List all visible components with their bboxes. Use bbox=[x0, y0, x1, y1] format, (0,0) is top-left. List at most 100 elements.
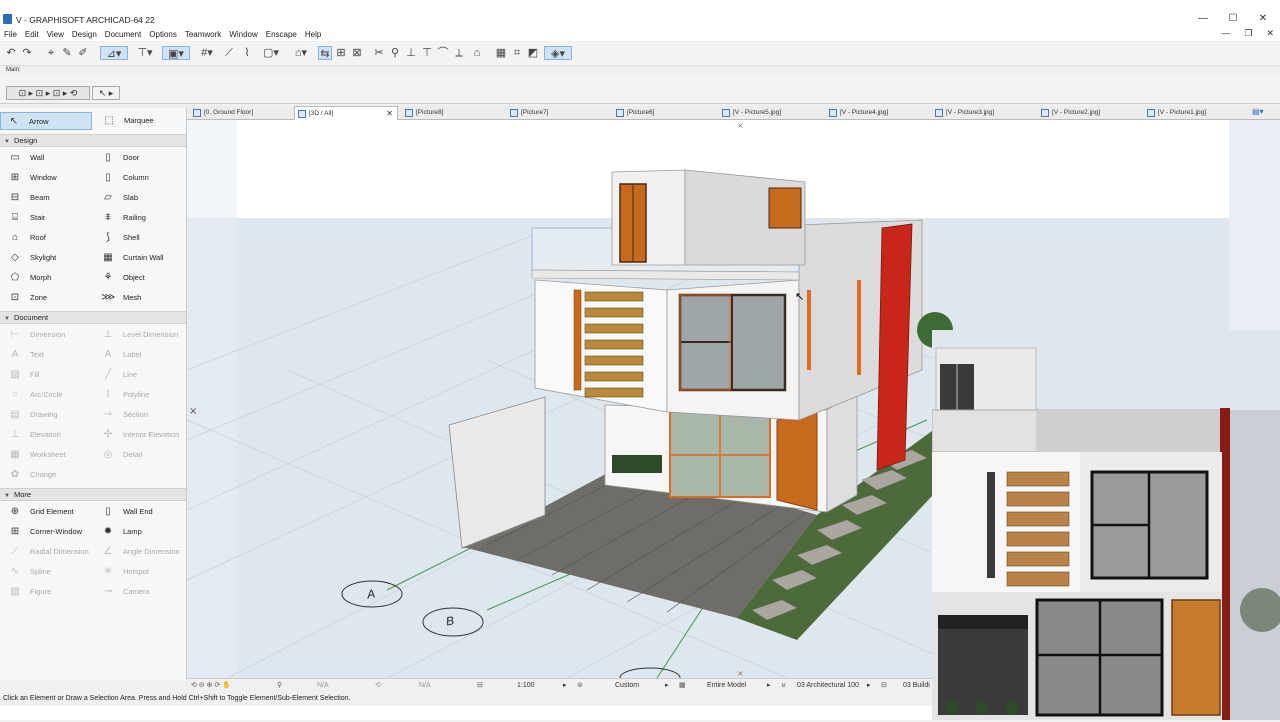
tool-level-dimension[interactable]: ⊥ Level Dimension bbox=[101, 326, 179, 344]
tab-picture2[interactable]: [V - Picture2.jpg] bbox=[1038, 106, 1138, 120]
tool-window[interactable]: ⊞ Window bbox=[8, 169, 57, 187]
grid-snap-icon[interactable]: #▾ bbox=[196, 46, 218, 60]
layout-icon[interactable]: ▣▾ bbox=[162, 46, 190, 60]
tab-picture8[interactable]: [Picture8] bbox=[402, 106, 502, 120]
ruler-icon[interactable]: ⌇ bbox=[240, 46, 254, 60]
maximize-button[interactable]: ☐ bbox=[1222, 12, 1244, 26]
snap-guides-icon[interactable]: ⊿▾ bbox=[100, 46, 128, 60]
tool-railing[interactable]: ⩨ Railing bbox=[101, 209, 146, 227]
tool-corner-window[interactable]: ⊞ Corner-Window bbox=[8, 523, 82, 541]
tool-lamp[interactable]: ✹ Lamp bbox=[101, 523, 142, 541]
snap-line-icon[interactable]: ⟋ bbox=[222, 46, 236, 60]
orientation-field[interactable]: N/A bbox=[317, 679, 329, 692]
layer-combo-dropdown-icon[interactable]: ▸ bbox=[665, 679, 669, 692]
tab-picture4[interactable]: [V - Picture4.jpg] bbox=[826, 106, 926, 120]
menu-help[interactable]: Help bbox=[305, 28, 321, 41]
pen-set-field[interactable]: 03 Architectural 100 bbox=[797, 679, 859, 692]
tab-picture6[interactable]: [Picture6] bbox=[613, 106, 713, 120]
menu-document[interactable]: Document bbox=[105, 28, 141, 41]
pick-up-icon[interactable]: ⌖ bbox=[44, 46, 58, 60]
eyedropper-icon[interactable]: ✎ bbox=[60, 46, 74, 60]
3d-view-icon[interactable]: ◈▾ bbox=[544, 46, 572, 60]
arrow-cursor-button[interactable]: ↖ ▸ bbox=[92, 86, 120, 100]
tool-curtain-wall[interactable]: ▦ Curtain Wall bbox=[101, 249, 163, 267]
tool-drawing[interactable]: ▤ Drawing bbox=[8, 406, 57, 424]
adjust-icon[interactable]: ⟂ bbox=[452, 46, 466, 60]
selection-method-group[interactable]: ⊡ ▸ ⊡ ▸ ⊡ ▸ ⟲ bbox=[6, 86, 90, 100]
split-icon[interactable]: ⊤ bbox=[420, 46, 434, 60]
fit-window-icon[interactable]: ⚲ bbox=[277, 679, 282, 692]
curve-icon[interactable]: ⌒ bbox=[436, 46, 450, 60]
tab-3d-all[interactable]: [3D / All] ✕ bbox=[294, 106, 398, 120]
tool-slab[interactable]: ▱ Slab bbox=[101, 189, 138, 207]
tool-column[interactable]: ▯ Column bbox=[101, 169, 149, 187]
redo-icon[interactable]: ↷ bbox=[20, 46, 34, 60]
layer-combination-field[interactable]: Custom bbox=[615, 679, 639, 692]
tab-picture5[interactable]: [V - Picture5.jpg] bbox=[719, 106, 819, 120]
tool-section[interactable]: ⊸ Section bbox=[101, 406, 148, 424]
menu-window[interactable]: Window bbox=[229, 28, 257, 41]
tool-change[interactable]: ✿ Change bbox=[8, 466, 56, 484]
model-view-field[interactable]: Entire Model bbox=[707, 679, 746, 692]
scale-field[interactable]: 1:100 bbox=[517, 679, 535, 692]
tool-interior-elevation[interactable]: ✣ Interior Elevation bbox=[101, 426, 179, 444]
tool-beam[interactable]: ⊟ Beam bbox=[8, 189, 50, 207]
model-view-dropdown-icon[interactable]: ▸ bbox=[767, 679, 771, 692]
scale-dropdown-icon[interactable]: ▸ bbox=[563, 679, 567, 692]
tool-polyline[interactable]: ⌇ Polyline bbox=[101, 386, 150, 404]
tool-grid-element[interactable]: ⊕ Grid Element bbox=[8, 503, 74, 521]
tool-dimension[interactable]: ⊢ Dimension bbox=[8, 326, 66, 344]
tool-angle-dimension[interactable]: ∠ Angle Dimension bbox=[101, 543, 180, 561]
tool-skylight[interactable]: ◇ Skylight bbox=[8, 249, 56, 267]
doc-minimize-button[interactable]: — bbox=[1221, 28, 1230, 38]
tool-radial-dimension[interactable]: ⟋ Radial Dimension bbox=[8, 543, 89, 561]
menu-edit[interactable]: Edit bbox=[25, 28, 39, 41]
pen-set-dropdown-icon[interactable]: ▸ bbox=[867, 679, 871, 692]
tool-arrow[interactable]: ↖ Arrow bbox=[0, 112, 92, 130]
tool-wall[interactable]: ▭ Wall bbox=[8, 149, 44, 167]
tool-zone[interactable]: ⊡ Zone bbox=[8, 289, 47, 307]
zoom-controls-icon[interactable]: ⟲ ⊖ ⊕ ⟳ ✋ bbox=[191, 679, 231, 692]
menu-design[interactable]: Design bbox=[72, 28, 97, 41]
suspend-groups-icon[interactable]: ⇆ bbox=[318, 46, 332, 60]
tab-picture3[interactable]: [V - Picture3.jpg] bbox=[932, 106, 1032, 120]
tool-figure[interactable]: ▨ Figure bbox=[8, 583, 51, 601]
tool-elevation[interactable]: ⊥ Elevation bbox=[8, 426, 61, 444]
tool-morph[interactable]: ⬠ Morph bbox=[8, 269, 52, 287]
menu-teamwork[interactable]: Teamwork bbox=[185, 28, 221, 41]
tool-hotspot[interactable]: ✳ Hotspot bbox=[101, 563, 149, 581]
section-design[interactable]: ▼ Design bbox=[0, 134, 186, 147]
section-view-icon[interactable]: ⌗ bbox=[510, 46, 524, 60]
tool-marquee[interactable]: ⬚ Marquee bbox=[98, 112, 153, 130]
elevation-view-icon[interactable]: ◩ bbox=[526, 46, 540, 60]
tool-worksheet[interactable]: ▦ Worksheet bbox=[8, 446, 65, 464]
tool-wall-end[interactable]: ▯ Wall End bbox=[101, 503, 153, 521]
tab-menu-icon[interactable]: ▤▾ bbox=[1252, 107, 1274, 119]
box-icon[interactable]: ▢▾ bbox=[258, 46, 284, 60]
tool-line[interactable]: ╱ Line bbox=[101, 366, 137, 384]
tool-shell[interactable]: ⟆ Shell bbox=[101, 229, 140, 247]
section-more[interactable]: ▼ More bbox=[0, 488, 186, 501]
tool-text[interactable]: A Text bbox=[8, 346, 44, 364]
tool-fill[interactable]: ▨ Fill bbox=[8, 366, 39, 384]
section-document[interactable]: ▼ Document bbox=[0, 311, 186, 324]
lock-icon[interactable]: ⌂▾ bbox=[288, 46, 314, 60]
angle-field[interactable]: N/A bbox=[419, 679, 431, 692]
pitch-icon[interactable]: ⌂ bbox=[470, 46, 484, 60]
zoom-icon[interactable]: ⚲ bbox=[388, 46, 402, 60]
tab-close-icon[interactable]: ✕ bbox=[386, 107, 393, 121]
scissors-icon[interactable]: ✂ bbox=[372, 46, 386, 60]
doc-restore-button[interactable]: ❐ bbox=[1244, 28, 1252, 38]
undo-icon[interactable]: ↶ bbox=[4, 46, 18, 60]
tool-spline[interactable]: ∿ Spline bbox=[8, 563, 51, 581]
ungroup-icon[interactable]: ⊠ bbox=[350, 46, 364, 60]
tool-detail[interactable]: ◎ Detail bbox=[101, 446, 143, 464]
syringe-icon[interactable]: ✐ bbox=[76, 46, 90, 60]
tool-mesh[interactable]: ⋙ Mesh bbox=[101, 289, 141, 307]
floor-plan-icon[interactable]: ▦ bbox=[494, 46, 508, 60]
menu-view[interactable]: View bbox=[47, 28, 64, 41]
close-button[interactable]: ✕ bbox=[1252, 12, 1274, 26]
tool-object[interactable]: ⚘ Object bbox=[101, 269, 145, 287]
menu-file[interactable]: File bbox=[4, 28, 17, 41]
tool-roof[interactable]: ⌂ Roof bbox=[8, 229, 46, 247]
